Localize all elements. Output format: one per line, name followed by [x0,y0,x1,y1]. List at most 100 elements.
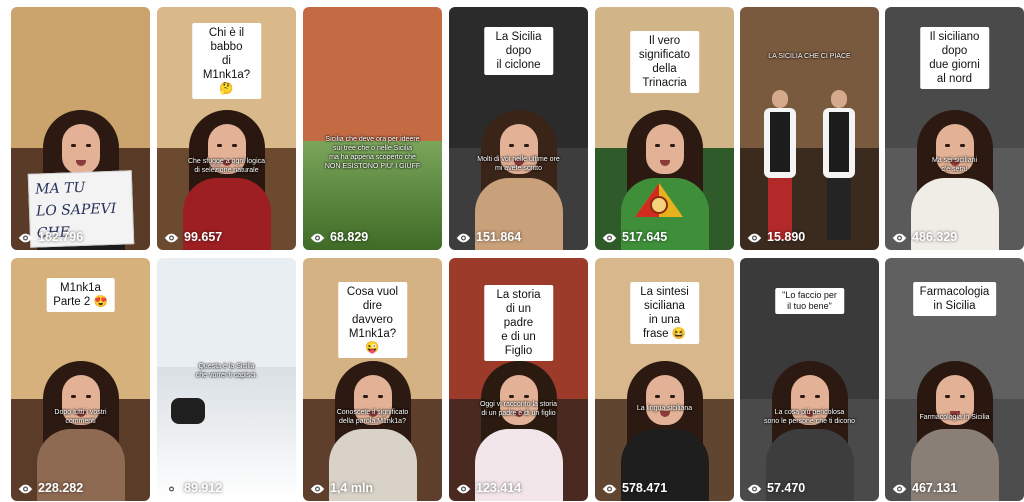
video-card[interactable]: "Lo faccio per il tuo bene" La cosa più p… [740,258,879,501]
eye [523,144,529,147]
eye [377,395,383,398]
view-count-text: 182.796 [38,230,84,244]
eye-icon [18,232,33,243]
view-count: 15.890 [747,230,805,244]
view-count-text: 486.329 [912,230,958,244]
view-count-text: 123.414 [476,481,522,495]
performer-head [831,90,847,108]
video-card[interactable]: Il siciliano dopo due giorni al nord Ma s… [885,7,1024,250]
view-count-text: 578.471 [622,481,668,495]
eye-icon [602,483,617,494]
person [907,311,1003,501]
face [645,375,684,425]
view-count: 467.131 [892,481,957,495]
video-card[interactable]: LA SICILIA CHE CI PIACE 15.890 [740,7,879,250]
eye [362,395,368,398]
video-card[interactable]: La storia di un padre e di un Figlio Oggi… [449,258,588,501]
video-title: Chi è il babbo di M1nk1a? 🤔 [191,23,262,99]
video-grid: MA TU LO SAPEVI CHE 182.796 Chi è il babbo… [11,7,1024,501]
performer-legs [827,178,851,240]
view-count: 99.657 [164,230,222,244]
video-caption: Molti di voi nelle ultime ore mi avete s… [477,156,560,172]
video-card[interactable]: Questa è la Sicilia che vorrei ti capisc… [157,258,296,501]
video-caption: Ma sei siciliani c'è sera! [931,157,978,173]
video-thumbnail [303,7,442,250]
performer [821,90,857,240]
video-card[interactable]: Chi è il babbo di M1nk1a? 🤔 Che sfugge a … [157,7,296,250]
video-caption: Farmacologia in Sicilia [919,414,990,421]
view-count: 123.414 [456,481,521,495]
video-card[interactable]: M1nk1a Parte 2 😍 Dopo tutti i vostri comm… [11,258,150,501]
eye [216,144,222,147]
view-count-text: 89.912 [184,481,223,495]
view-count: 517.645 [602,230,667,244]
view-count-text: 1,4 mln [330,481,374,495]
video-caption: Conoscete il significato della parola M1… [336,409,409,425]
video-card[interactable]: La sintesi siciliana in una frase 😆 La li… [595,258,734,501]
eye-icon [892,232,907,243]
trinacria-icon [629,179,689,223]
mouth [75,160,86,166]
video-title: "Lo faccio per il tuo bene" [774,288,845,314]
eye [959,395,965,398]
video-caption: La cosa più pericolosa sono le persone c… [763,409,856,425]
view-count: 578.471 [602,481,667,495]
view-count-text: 228.282 [38,481,84,495]
eye [654,144,660,147]
view-count-text: 517.645 [622,230,668,244]
video-card[interactable]: Farmacologia in Sicilia Farmacologia in S… [885,258,1024,501]
video-title: Farmacologia in Sicilia [912,282,997,316]
eye-icon [747,232,762,243]
eye [523,395,529,398]
view-count: 89.912 [164,481,222,495]
eye [669,395,675,398]
video-caption: Questa è la Sicilia che vorrei ti capisc… [195,363,258,379]
view-count: 182.796 [18,230,83,244]
video-card[interactable]: Sicilia che deve ora per ideere sui tree… [303,7,442,250]
eye [85,395,91,398]
person [33,311,129,501]
eye [508,144,514,147]
view-count: 151.864 [456,230,521,244]
performer-vest [829,112,849,172]
video-title: La sintesi siciliana in una frase 😆 [629,282,700,344]
performer-vest [770,112,790,172]
eye-icon [18,483,33,494]
video-title: Il siciliano dopo due giorni al nord [919,27,990,89]
view-count-text: 15.890 [767,230,806,244]
performer [762,90,798,240]
view-count: 57.470 [747,481,805,495]
eye [944,395,950,398]
video-title: Cosa vuol dire davvero M1nk1a? 😜 [337,282,408,358]
eye [70,395,76,398]
eye [508,395,514,398]
eye-icon [164,483,179,494]
video-card[interactable]: MA TU LO SAPEVI CHE 182.796 [11,7,150,250]
eye [669,144,675,147]
eye-icon [892,483,907,494]
view-count-text: 57.470 [767,481,806,495]
eye [85,144,91,147]
eye [814,395,820,398]
background-wall [303,7,442,148]
video-card[interactable]: Il vero significato della Trinacria 517.6… [595,7,734,250]
view-count-text: 99.657 [184,230,223,244]
eye-icon [456,483,471,494]
eye [944,144,950,147]
eye-icon [310,483,325,494]
face [61,124,100,174]
video-caption: La lingua siciliana [636,405,693,412]
eye-icon [747,483,762,494]
video-thumbnail [740,7,879,250]
eye-icon [602,232,617,243]
video-card[interactable]: Cosa vuol dire davvero M1nk1a? 😜 Conoscet… [303,258,442,501]
video-caption: LA SICILIA CHE CI PIACE [768,53,851,60]
background-wall [740,7,879,148]
video-caption: Dopo tutti i vostri commenti [54,409,107,425]
video-card[interactable]: La Sicilia dopo il ciclone Molti di voi n… [449,7,588,250]
view-count-text: 68.829 [330,230,369,244]
eye [799,395,805,398]
video-caption: Sicilia che deve ora per ideere sui tree… [324,136,421,170]
eye [654,395,660,398]
view-count: 1,4 mln [310,481,373,495]
